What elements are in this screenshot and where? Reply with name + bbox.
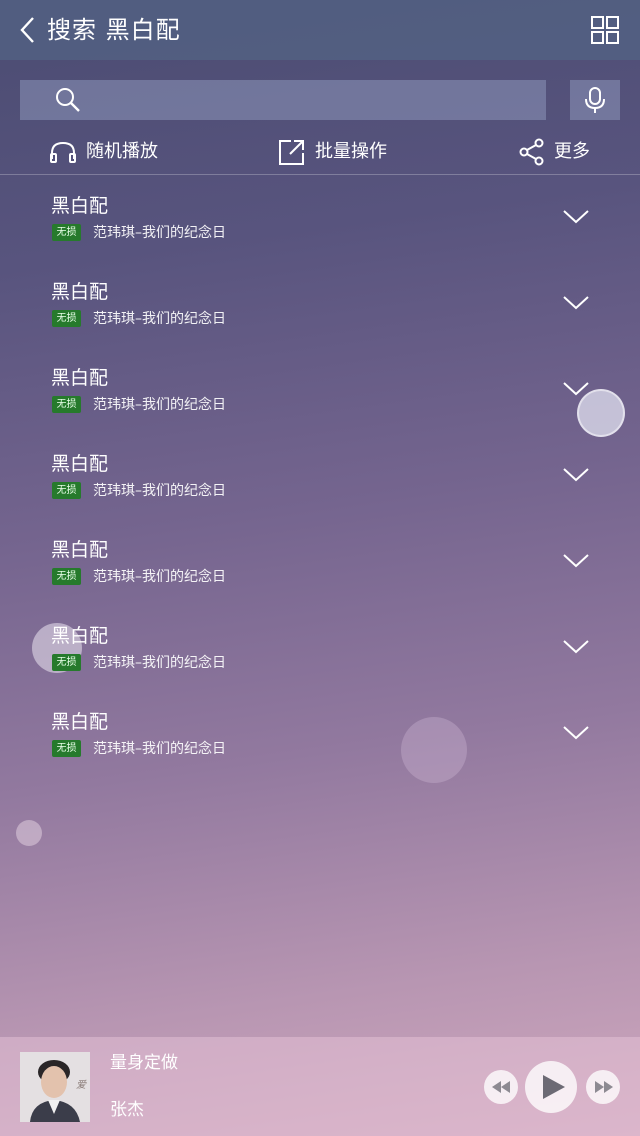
voice-search-button[interactable] (570, 80, 620, 120)
next-button[interactable] (586, 1070, 620, 1104)
song-row[interactable]: 黑白配 无损 范玮琪–我们的纪念日 (0, 348, 640, 434)
song-artist-album: 范玮琪–我们的纪念日 (93, 569, 226, 585)
headphones-icon (50, 141, 76, 163)
song-row[interactable]: 黑白配 无损 范玮琪–我们的纪念日 (0, 176, 640, 262)
batch-operation-button[interactable]: 批量操作 (278, 137, 387, 167)
chevron-down-icon[interactable] (562, 552, 590, 570)
chevron-down-icon[interactable] (562, 466, 590, 484)
shuffle-play-button[interactable]: 随机播放 (49, 137, 158, 167)
song-artist-album: 范玮琪–我们的纪念日 (93, 311, 226, 327)
artist-portrait-image: 爱 (20, 1052, 90, 1122)
external-edit-icon (279, 140, 304, 165)
search-icon (56, 88, 80, 112)
song-title: 黑白配 (51, 195, 109, 217)
batch-operation-label: 批量操作 (315, 141, 387, 162)
song-artist-album: 范玮琪–我们的纪念日 (93, 655, 226, 671)
lossless-badge: 无损 (52, 396, 81, 413)
song-row[interactable]: 黑白配 无损 范玮琪–我们的纪念日 (0, 692, 640, 778)
album-cover[interactable]: 爱 (20, 1052, 90, 1122)
song-row[interactable]: 黑白配 无损 范玮琪–我们的纪念日 (0, 434, 640, 520)
mini-player[interactable]: 爱 量身定做 张杰 (0, 1037, 640, 1136)
song-title: 黑白配 (51, 711, 109, 733)
previous-button[interactable] (484, 1070, 518, 1104)
lossless-badge: 无损 (52, 482, 81, 499)
song-title: 黑白配 (51, 367, 109, 389)
now-playing-artist: 张杰 (110, 1100, 144, 1120)
app-header: 搜索 黑白配 (0, 0, 640, 60)
share-icon (519, 138, 544, 166)
rewind-icon (492, 1081, 510, 1093)
song-row[interactable]: 黑白配 无损 范玮琪–我们的纪念日 (0, 606, 640, 692)
song-artist-album: 范玮琪–我们的纪念日 (93, 225, 226, 241)
more-button[interactable]: 更多 (519, 137, 590, 167)
song-row[interactable]: 黑白配 无损 范玮琪–我们的纪念日 (0, 262, 640, 348)
shuffle-play-label: 随机播放 (86, 141, 158, 162)
song-artist-album: 范玮琪–我们的纪念日 (93, 397, 226, 413)
cover-lettering: 爱 (76, 1079, 87, 1091)
now-playing-title: 量身定做 (110, 1053, 178, 1073)
song-title: 黑白配 (51, 625, 109, 647)
song-list: 黑白配 无损 范玮琪–我们的纪念日 黑白配 无损 范玮琪–我们的纪念日 黑白配 … (0, 176, 640, 778)
chevron-down-icon[interactable] (562, 380, 590, 398)
chevron-left-icon[interactable] (16, 16, 40, 44)
lossless-badge: 无损 (52, 654, 81, 671)
grid-icon[interactable] (590, 15, 620, 45)
more-label: 更多 (554, 141, 590, 162)
song-row[interactable]: 黑白配 无损 范玮琪–我们的纪念日 (0, 520, 640, 606)
play-button[interactable] (525, 1061, 577, 1113)
chevron-down-icon[interactable] (562, 208, 590, 226)
song-title: 黑白配 (51, 539, 109, 561)
song-title: 黑白配 (51, 453, 109, 475)
lossless-badge: 无损 (52, 224, 81, 241)
microphone-icon (585, 87, 605, 113)
chevron-down-icon[interactable] (562, 724, 590, 742)
chevron-down-icon[interactable] (562, 294, 590, 312)
song-title: 黑白配 (51, 281, 109, 303)
lossless-badge: 无损 (52, 568, 81, 585)
fast-forward-icon (595, 1081, 613, 1093)
search-input[interactable] (100, 80, 530, 120)
action-bar: 随机播放 批量操作 更多 (0, 130, 640, 175)
bokeh-decoration (16, 820, 42, 846)
lossless-badge: 无损 (52, 310, 81, 327)
page-title: 搜索 黑白配 (47, 16, 181, 44)
song-artist-album: 范玮琪–我们的纪念日 (93, 483, 226, 499)
play-icon (543, 1075, 565, 1099)
search-bar (20, 80, 546, 120)
lossless-badge: 无损 (52, 740, 81, 757)
chevron-down-icon[interactable] (562, 638, 590, 656)
song-artist-album: 范玮琪–我们的纪念日 (93, 741, 226, 757)
